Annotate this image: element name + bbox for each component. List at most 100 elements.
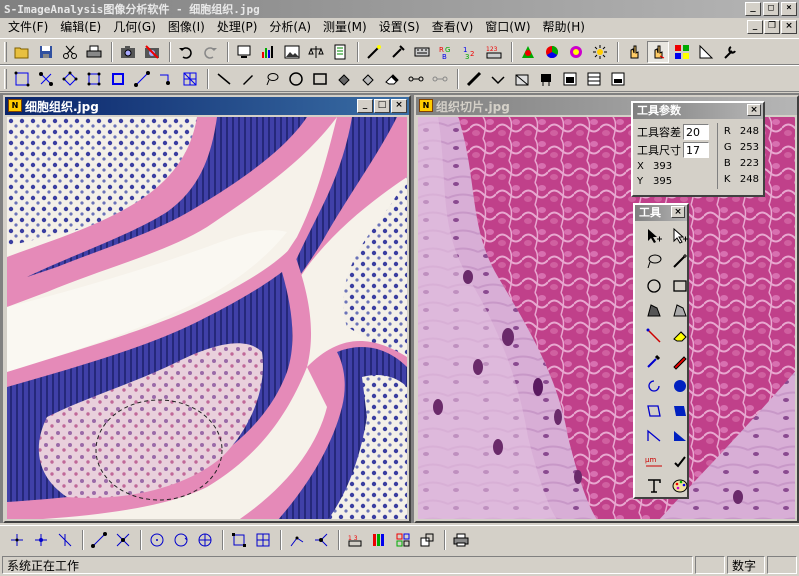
filled-circle-icon[interactable]: [667, 373, 693, 398]
circle-icon[interactable]: [285, 68, 307, 90]
number-tag-icon[interactable]: 1 3: [344, 529, 366, 551]
frame-grid-icon[interactable]: [252, 529, 274, 551]
camera-icon[interactable]: [117, 41, 139, 63]
mdi-restore-button[interactable]: ❐: [764, 20, 780, 34]
channels-icon[interactable]: RGB: [435, 41, 457, 63]
size-input[interactable]: [683, 142, 709, 158]
tools-close-button[interactable]: ×: [671, 206, 685, 218]
nodes-icon[interactable]: [35, 68, 57, 90]
mdi-close-button[interactable]: ×: [781, 20, 797, 34]
cell-tissue-image[interactable]: [7, 117, 407, 519]
label-icon[interactable]: [559, 68, 581, 90]
brightness-icon[interactable]: [589, 41, 611, 63]
numbers-icon[interactable]: 123: [483, 41, 505, 63]
open-icon[interactable]: [11, 41, 33, 63]
image-window-cells[interactable]: N 细胞组织.jpg _ □ ×: [3, 95, 411, 523]
marker-icon[interactable]: [535, 68, 557, 90]
rect-tool-icon[interactable]: [667, 273, 693, 298]
color-bars-icon[interactable]: [368, 529, 390, 551]
wand-icon[interactable]: [363, 41, 385, 63]
palette-icon[interactable]: [671, 41, 693, 63]
overlap-icon[interactable]: [416, 529, 438, 551]
pencil-icon[interactable]: [237, 68, 259, 90]
document-icon[interactable]: [329, 41, 351, 63]
color-wheel-icon[interactable]: [541, 41, 563, 63]
select-arrow-outline-icon[interactable]: [667, 223, 693, 248]
monitor-icon[interactable]: [233, 41, 255, 63]
circle-cross-icon[interactable]: [194, 529, 216, 551]
hand-icon[interactable]: [623, 41, 645, 63]
printer-icon[interactable]: [450, 529, 472, 551]
multi-point-icon[interactable]: [30, 529, 52, 551]
redo-icon[interactable]: [199, 41, 221, 63]
tools-icon[interactable]: [387, 41, 409, 63]
menu-analyze[interactable]: 分析(A): [263, 18, 317, 37]
measure-box-icon[interactable]: [511, 68, 533, 90]
color-grid-icon[interactable]: [392, 529, 414, 551]
check-tool-icon[interactable]: [667, 448, 693, 473]
eyedropper-icon[interactable]: [641, 348, 667, 373]
undo-icon[interactable]: [175, 41, 197, 63]
path-nodes-icon[interactable]: [286, 529, 308, 551]
menu-file[interactable]: 文件(F): [2, 18, 54, 37]
filled-frame-icon[interactable]: [667, 398, 693, 423]
export-icon[interactable]: [607, 68, 629, 90]
camera-off-icon[interactable]: [141, 41, 163, 63]
menu-measure[interactable]: 测量(M): [317, 18, 373, 37]
point-select-icon[interactable]: [6, 529, 28, 551]
connect-icon[interactable]: [155, 68, 177, 90]
count-icon[interactable]: 123: [459, 41, 481, 63]
square-nodes-icon[interactable]: [107, 68, 129, 90]
grid-points-icon[interactable]: [11, 68, 33, 90]
color-balance-icon[interactable]: [517, 41, 539, 63]
menu-help[interactable]: 帮助(H): [537, 18, 591, 37]
hand-pointer-icon[interactable]: [647, 40, 669, 63]
branch-nodes-icon[interactable]: [310, 529, 332, 551]
scissors-disabled-icon[interactable]: [429, 68, 451, 90]
menu-settings[interactable]: 设置(S): [373, 18, 426, 37]
eraser-icon[interactable]: [381, 68, 403, 90]
hue-icon[interactable]: [565, 41, 587, 63]
lasso-icon[interactable]: [261, 68, 283, 90]
child-close-button[interactable]: ×: [391, 99, 407, 113]
arc-tool-icon[interactable]: [641, 373, 667, 398]
close-button[interactable]: ×: [781, 2, 797, 16]
ellipse-tool-icon[interactable]: [641, 273, 667, 298]
segment-node-icon[interactable]: [88, 529, 110, 551]
angle-tool-icon[interactable]: [641, 423, 667, 448]
table-icon[interactable]: [583, 68, 605, 90]
mdi-minimize-button[interactable]: _: [747, 20, 763, 34]
magic-wand-icon[interactable]: [667, 248, 693, 273]
fill-region-icon[interactable]: [357, 68, 379, 90]
menu-image[interactable]: 图像(I): [162, 18, 211, 37]
angle-icon[interactable]: [487, 68, 509, 90]
diagonal-nodes-icon[interactable]: [131, 68, 153, 90]
polygon-fill-icon[interactable]: [641, 298, 667, 323]
ruler-icon[interactable]: [463, 68, 485, 90]
mesh-icon[interactable]: [179, 68, 201, 90]
color-palette-icon[interactable]: [667, 473, 693, 498]
polygon-nodes-icon[interactable]: [59, 68, 81, 90]
menu-process[interactable]: 处理(P): [211, 18, 264, 37]
keyboard-icon[interactable]: [411, 41, 433, 63]
tools-titlebar[interactable]: 工具 ×: [635, 205, 687, 221]
minimize-button[interactable]: _: [745, 2, 761, 16]
scissors-icon[interactable]: [405, 68, 427, 90]
menu-geometry[interactable]: 几何(G): [107, 18, 162, 37]
line-icon[interactable]: [213, 68, 235, 90]
eraser-tool-icon[interactable]: [667, 323, 693, 348]
cut-icon[interactable]: [59, 41, 81, 63]
histogram-icon[interactable]: [257, 41, 279, 63]
frame-corners-icon[interactable]: [228, 529, 250, 551]
print-icon[interactable]: [83, 41, 105, 63]
fill-icon[interactable]: [333, 68, 355, 90]
rectangle-icon[interactable]: [309, 68, 331, 90]
tool-params-close-button[interactable]: ×: [747, 104, 761, 116]
scale-icon[interactable]: [305, 41, 327, 63]
filled-angle-icon[interactable]: [667, 423, 693, 448]
tolerance-input[interactable]: [683, 124, 709, 140]
pen-tool-icon[interactable]: [667, 348, 693, 373]
tool-params-titlebar[interactable]: 工具参数 ×: [633, 103, 763, 119]
cross-node-icon[interactable]: [112, 529, 134, 551]
line-tool-icon[interactable]: [641, 323, 667, 348]
